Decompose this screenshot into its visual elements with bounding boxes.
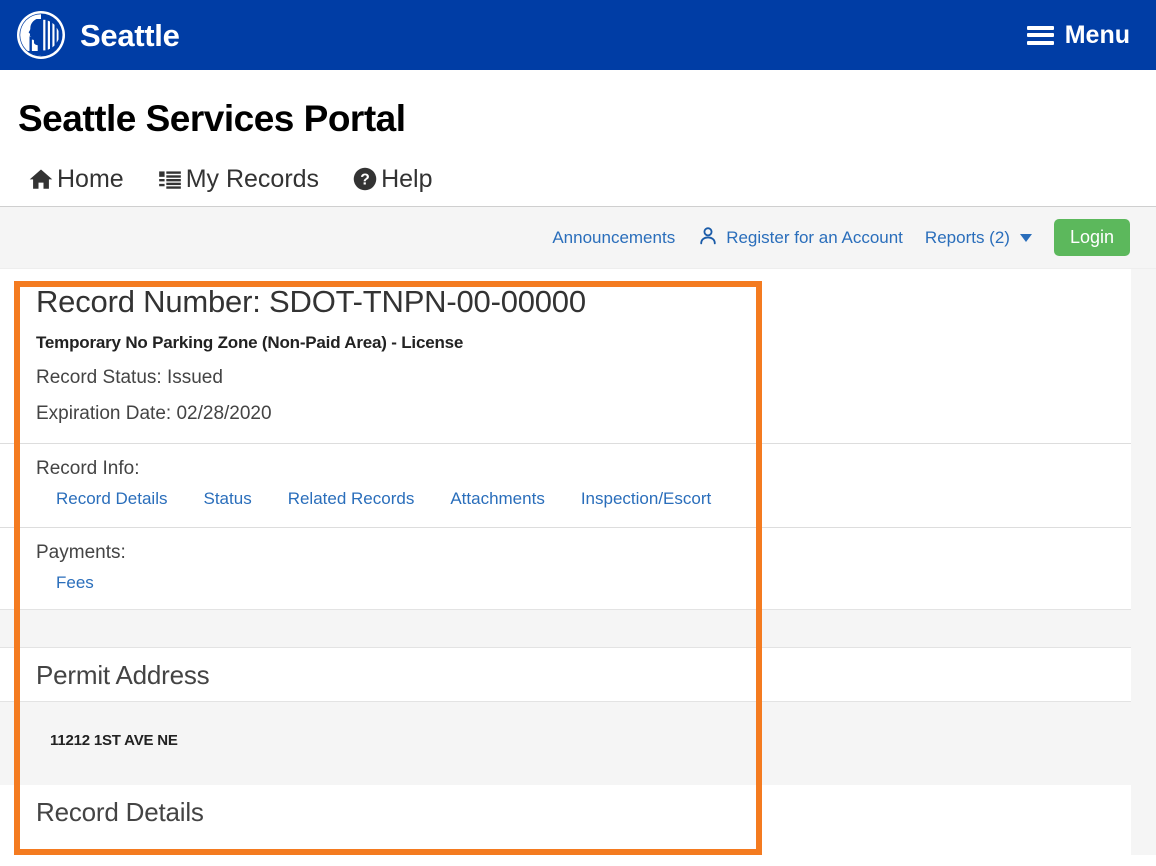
announcements-link[interactable]: Announcements — [552, 229, 675, 246]
record-status: Record Status: Issued — [36, 353, 1131, 389]
seattle-city-seal-icon — [16, 10, 66, 60]
nav-item-help[interactable]: ? Help — [352, 166, 432, 192]
record-info-label: Record Info: — [36, 457, 140, 479]
record-number-value: SDOT-TNPN-00-00000 — [269, 284, 586, 319]
record-info-link-inspection-escort[interactable]: Inspection/Escort — [581, 489, 711, 509]
secondary-navigation: Announcements Register for an Account Re… — [0, 207, 1156, 269]
record-header: Record Number: SDOT-TNPN-00-00000 Tempor… — [36, 269, 1131, 425]
permit-address-heading: Permit Address — [36, 659, 210, 690]
reports-dropdown[interactable]: Reports (2) — [925, 229, 1032, 246]
record-number: Record Number: SDOT-TNPN-00-00000 — [36, 282, 1131, 322]
permit-address-header-row: Permit Address — [0, 646, 1131, 701]
content-area: Record Number: SDOT-TNPN-00-00000 Tempor… — [0, 269, 1156, 855]
chevron-down-icon — [1019, 233, 1032, 242]
record-status-label: Record Status: — [36, 366, 162, 388]
record-expiration-label: Expiration Date: — [36, 402, 172, 424]
record-number-label: Record Number: — [36, 284, 261, 319]
record-status-value: Issued — [166, 366, 223, 388]
nav-item-home[interactable]: Home — [28, 166, 124, 192]
payments-links: Fees — [36, 564, 1131, 593]
section-gap-row — [0, 608, 1131, 647]
permit-address-value: 11212 1ST AVE NE — [50, 731, 178, 749]
page-title: Seattle Services Portal — [18, 98, 406, 139]
hamburger-icon — [1026, 25, 1054, 45]
menu-button-label: Menu — [1064, 20, 1130, 49]
announcements-link-label: Announcements — [552, 228, 676, 247]
home-icon — [28, 166, 54, 192]
record-info-link-attachments[interactable]: Attachments — [450, 489, 545, 509]
record-expiration: Expiration Date: 02/28/2020 — [36, 389, 1131, 425]
permit-address-row: 11212 1ST AVE NE — [0, 700, 1131, 785]
record-type-subtitle: Temporary No Parking Zone (Non-Paid Area… — [36, 332, 464, 352]
brand[interactable]: Seattle — [16, 10, 180, 60]
record-expiration-value: 02/28/2020 — [176, 402, 272, 424]
payments-label: Payments: — [36, 541, 126, 563]
nav-item-help-label: Help — [381, 164, 433, 193]
register-account-link[interactable]: Register for an Account — [697, 225, 903, 250]
svg-text:?: ? — [360, 172, 370, 189]
nav-item-my-records-label: My Records — [185, 164, 320, 193]
record-info-link-status[interactable]: Status — [204, 489, 252, 509]
record-details-heading: Record Details — [36, 796, 204, 827]
main-navigation: Home My Records ? Help — [0, 140, 1156, 207]
nav-item-my-records[interactable]: My Records — [157, 166, 319, 192]
person-icon — [697, 225, 719, 250]
record-details-header-row: Record Details — [0, 784, 1131, 838]
register-account-link-label: Register for an Account — [726, 228, 903, 247]
login-button[interactable]: Login — [1053, 218, 1130, 257]
record-info-link-related-records[interactable]: Related Records — [288, 489, 415, 509]
payments-link-fees[interactable]: Fees — [56, 573, 94, 593]
site-header: Seattle Menu — [0, 0, 1156, 70]
question-circle-icon: ? — [352, 166, 378, 192]
menu-button[interactable]: Menu — [1026, 20, 1140, 49]
reports-dropdown-label: Reports (2) — [924, 228, 1010, 247]
record-info-link-record-details[interactable]: Record Details — [56, 489, 168, 509]
brand-name: Seattle — [80, 17, 180, 53]
record-info-links: Record Details Status Related Records At… — [36, 480, 1131, 509]
nav-item-home-label: Home — [57, 164, 124, 193]
list-icon — [157, 166, 183, 192]
record-panel: Record Number: SDOT-TNPN-00-00000 Tempor… — [0, 269, 1131, 855]
